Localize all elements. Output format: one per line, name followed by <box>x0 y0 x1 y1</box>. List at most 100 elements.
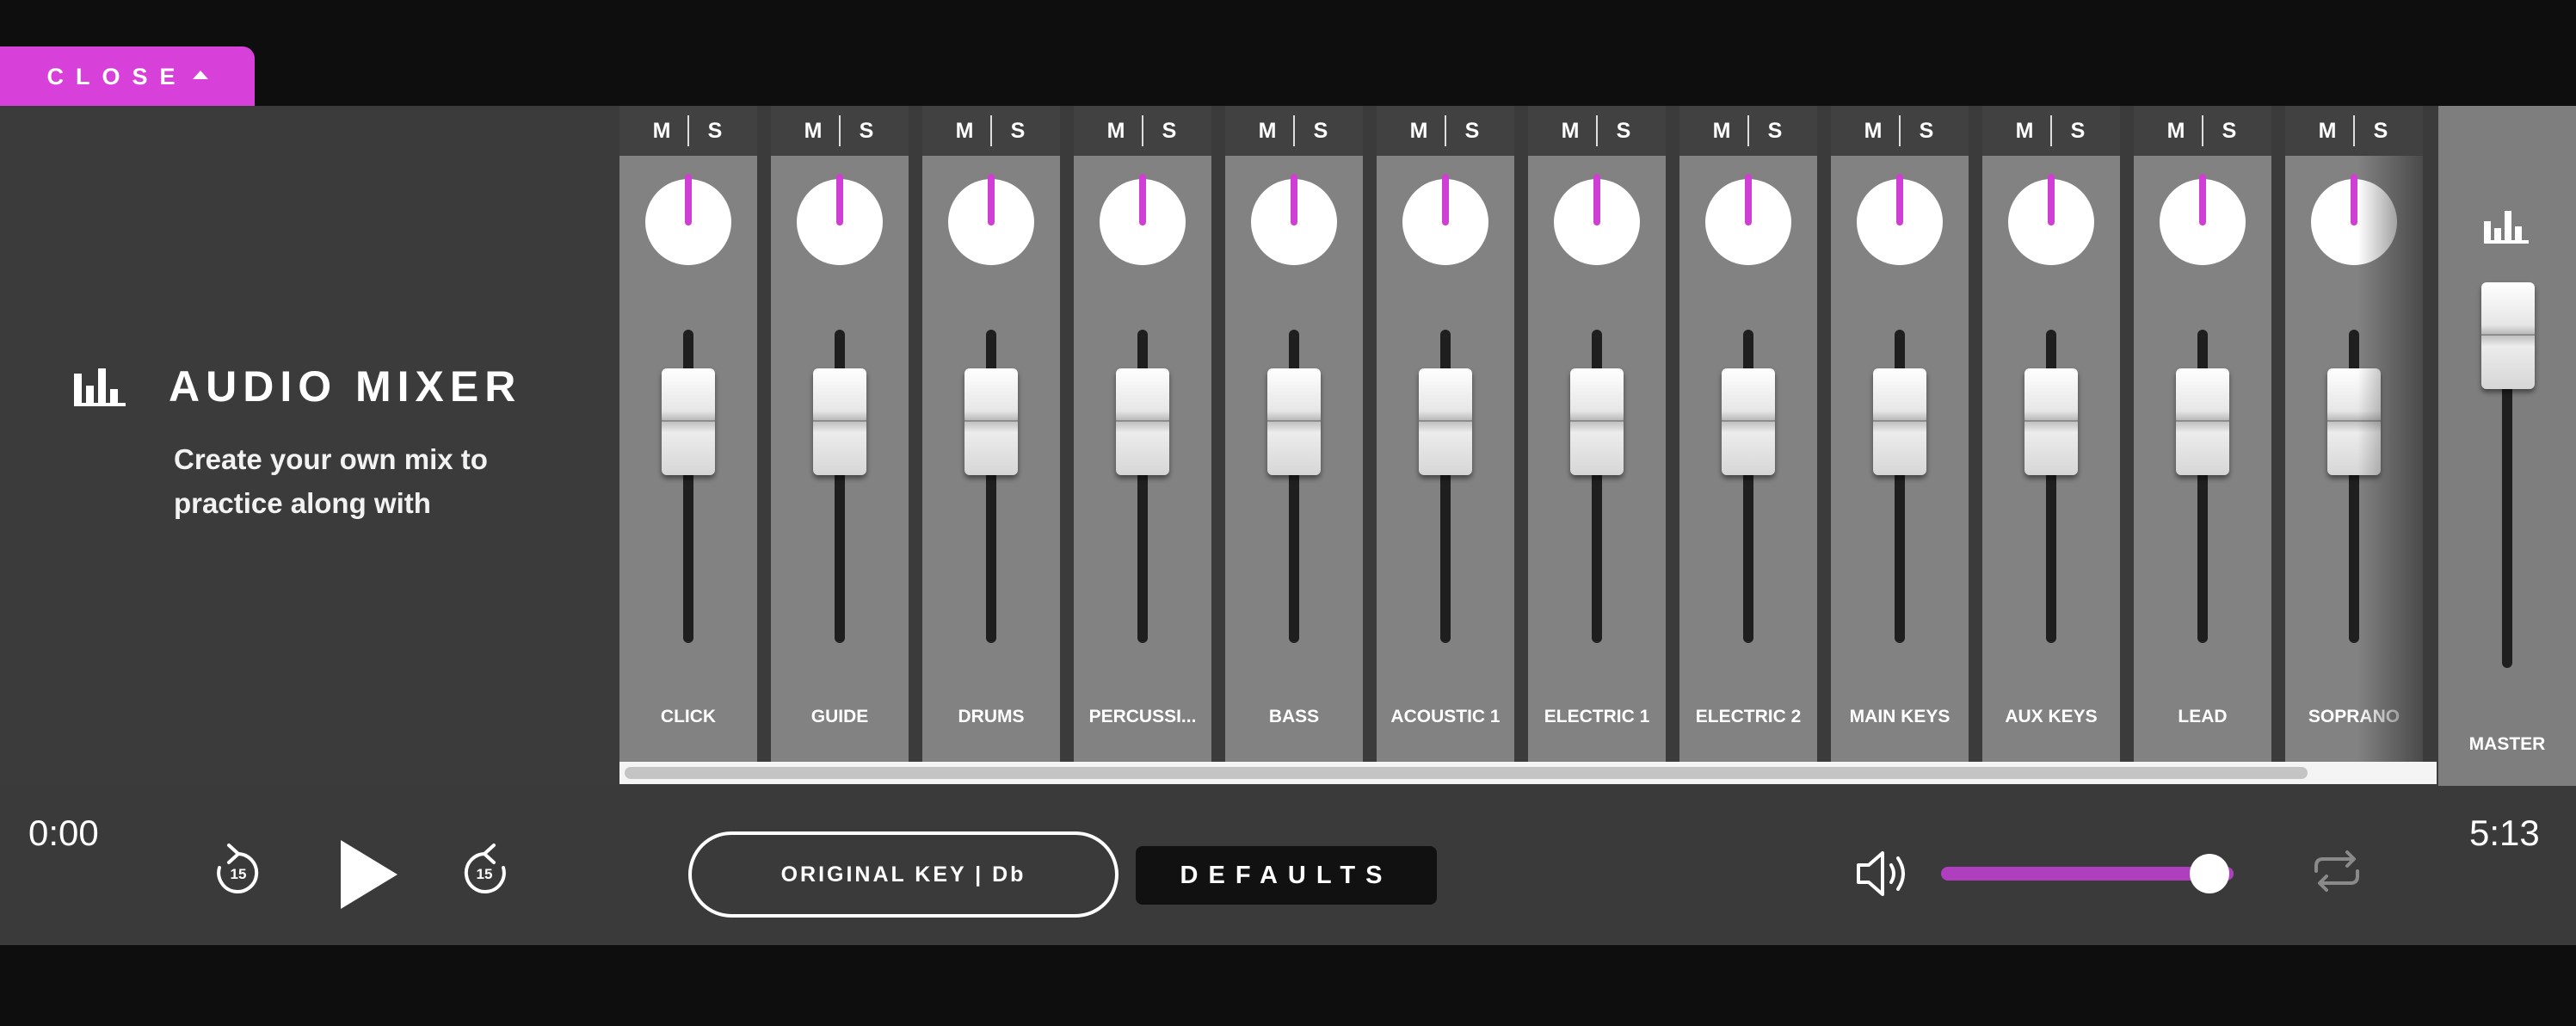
channel-strip: M S MAIN KEYS <box>1831 106 1969 762</box>
mute-button[interactable]: M <box>1090 119 1142 144</box>
channel-label: ACOUSTIC 1 <box>1390 707 1501 726</box>
pan-knob[interactable] <box>1554 174 1640 265</box>
channel-label: ELECTRIC 1 <box>1544 707 1650 726</box>
channel-label: AUX KEYS <box>2005 707 2098 726</box>
channel-label: SOPRANO <box>2308 707 2400 726</box>
pan-knob[interactable] <box>1857 174 1943 265</box>
solo-button[interactable]: S <box>2203 119 2255 144</box>
mute-button[interactable]: M <box>636 119 687 144</box>
mute-button[interactable]: M <box>1544 119 1596 144</box>
fader-handle[interactable] <box>1116 368 1169 475</box>
solo-button[interactable]: S <box>2355 119 2407 144</box>
pan-knob[interactable] <box>645 174 731 265</box>
mute-solo-bar: MS <box>1074 106 1211 156</box>
pan-knob[interactable] <box>948 174 1034 265</box>
fader-handle[interactable] <box>2176 368 2229 475</box>
channel-body: CLICK <box>619 156 757 762</box>
fader-handle[interactable] <box>2024 368 2078 475</box>
pan-knob[interactable] <box>2160 174 2246 265</box>
channel-strip: M S AUX KEYS <box>1982 106 2120 762</box>
mute-solo-bar: MS <box>1831 106 1969 156</box>
channel-body: SOPRANO <box>2285 156 2423 762</box>
mute-button[interactable]: M <box>1999 119 2050 144</box>
pan-knob[interactable] <box>2311 174 2397 265</box>
solo-button[interactable]: S <box>2052 119 2104 144</box>
solo-button[interactable]: S <box>992 119 1044 144</box>
mute-solo-bar: MS <box>2134 106 2271 156</box>
mute-button[interactable]: M <box>1847 119 1899 144</box>
equalizer-bars-icon <box>74 368 126 406</box>
fader-handle[interactable] <box>813 368 866 475</box>
mute-solo-bar: MS <box>1225 106 1363 156</box>
channel-body: LEAD <box>2134 156 2271 762</box>
channel-label: DRUMS <box>958 707 1025 726</box>
mute-button[interactable]: M <box>787 119 839 144</box>
channel-strip: M S BASS <box>1225 106 1363 762</box>
original-key-button[interactable]: ORIGINAL KEY | Db <box>688 831 1119 918</box>
volume-slider-handle[interactable] <box>2190 854 2229 893</box>
master-fader-handle[interactable] <box>2481 282 2535 389</box>
pan-knob[interactable] <box>1705 174 1791 265</box>
mute-button[interactable]: M <box>1696 119 1747 144</box>
channel-body: BASS <box>1225 156 1363 762</box>
forward-15-icon[interactable]: 15 <box>459 842 511 900</box>
pan-knob[interactable] <box>1100 174 1186 265</box>
solo-button[interactable]: S <box>1295 119 1347 144</box>
loop-icon[interactable] <box>2309 847 2364 895</box>
fader-handle[interactable] <box>964 368 1018 475</box>
pan-indicator <box>685 174 692 226</box>
fader-handle[interactable] <box>1722 368 1775 475</box>
channel-strip: M S ELECTRIC 1 <box>1528 106 1666 762</box>
mute-button[interactable]: M <box>1393 119 1445 144</box>
page-title: AUDIO MIXER <box>169 362 522 411</box>
mute-solo-bar: MS <box>1528 106 1666 156</box>
channel-label: GUIDE <box>810 707 869 726</box>
fader-handle[interactable] <box>1419 368 1472 475</box>
total-time: 5:13 <box>2469 813 2540 853</box>
channel-body: AUX KEYS <box>1982 156 2120 762</box>
fader-handle[interactable] <box>662 368 715 475</box>
channel-strip: M S PERCUSSI... <box>1074 106 1211 762</box>
mute-solo-bar: MS <box>1679 106 1817 156</box>
mute-button[interactable]: M <box>1242 119 1293 144</box>
defaults-button[interactable]: DEFAULTS <box>1136 846 1437 905</box>
rewind-15-icon[interactable]: 15 <box>212 842 263 900</box>
equalizer-bars-icon <box>2484 211 2529 244</box>
fader-handle[interactable] <box>1267 368 1321 475</box>
pan-indicator <box>1442 174 1449 226</box>
solo-button[interactable]: S <box>1749 119 1801 144</box>
fader-handle[interactable] <box>1570 368 1624 475</box>
mute-button[interactable]: M <box>2150 119 2202 144</box>
solo-button[interactable]: S <box>1598 119 1649 144</box>
channels-scrollbar-thumb[interactable] <box>625 767 2308 779</box>
pan-knob[interactable] <box>1402 174 1488 265</box>
pan-indicator <box>2199 174 2206 226</box>
solo-button[interactable]: S <box>1143 119 1195 144</box>
play-icon[interactable] <box>337 838 399 911</box>
close-tab-button[interactable]: CLOSE <box>0 46 255 107</box>
mute-solo-bar: MS <box>2285 106 2423 156</box>
solo-button[interactable]: S <box>841 119 892 144</box>
fader-handle[interactable] <box>1873 368 1926 475</box>
solo-button[interactable]: S <box>1901 119 1952 144</box>
master-label: MASTER <box>2468 734 2546 754</box>
pan-knob[interactable] <box>1251 174 1337 265</box>
pan-indicator <box>2351 174 2357 226</box>
pan-knob[interactable] <box>2008 174 2094 265</box>
channel-label: CLICK <box>660 707 717 726</box>
speaker-icon[interactable] <box>1855 848 1910 899</box>
channel-body: PERCUSSI... <box>1074 156 1211 762</box>
channel-body: ACOUSTIC 1 <box>1377 156 1514 762</box>
pan-indicator <box>836 174 843 226</box>
solo-button[interactable]: S <box>689 119 741 144</box>
mute-button[interactable]: M <box>2302 119 2353 144</box>
pan-indicator <box>988 174 995 226</box>
pan-knob[interactable] <box>797 174 883 265</box>
solo-button[interactable]: S <box>1446 119 1498 144</box>
fader-handle[interactable] <box>2327 368 2381 475</box>
channel-body: GUIDE <box>771 156 909 762</box>
mute-solo-bar: MS <box>1982 106 2120 156</box>
pan-indicator <box>1896 174 1903 226</box>
mute-solo-bar: MS <box>1377 106 1514 156</box>
mute-button[interactable]: M <box>939 119 990 144</box>
